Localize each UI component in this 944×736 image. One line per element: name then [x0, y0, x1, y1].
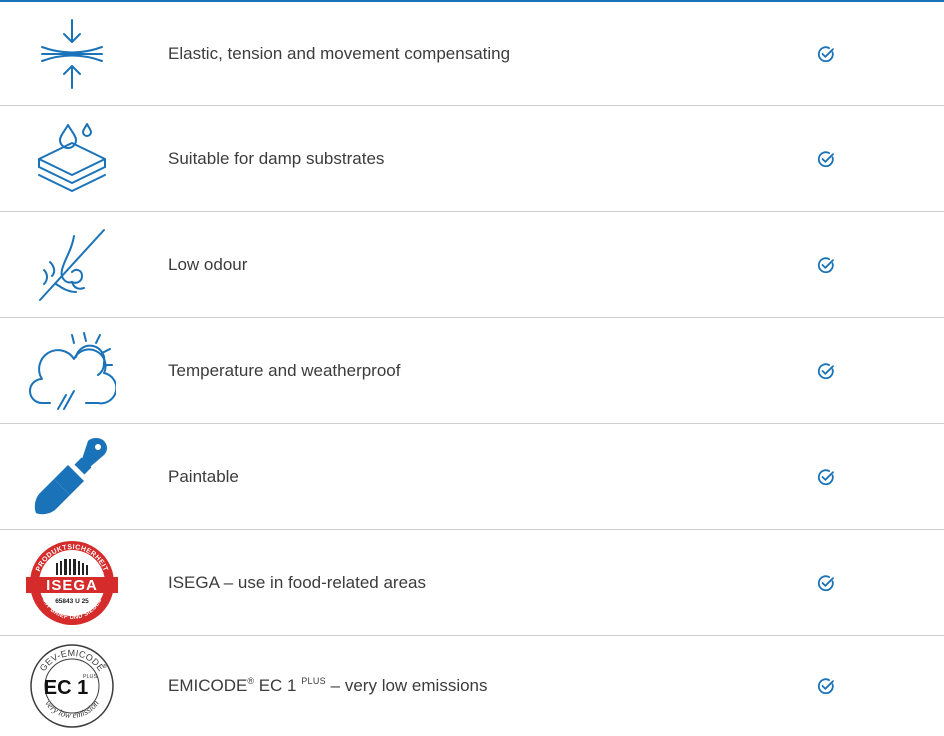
weather-cloud-sun-icon: [22, 326, 122, 416]
feature-row-isega: PRODUKTSICHERHEIT ISEGA 65843 U 25 MIT B…: [0, 530, 944, 636]
check-circle-icon: [817, 45, 834, 62]
feature-row-paintable: Paintable: [0, 424, 944, 530]
check-circle-icon: [817, 574, 834, 591]
damp-layers-icon: [22, 114, 122, 204]
feature-label: Elastic, tension and movement compensati…: [168, 43, 511, 63]
ec1-text: EC 1: [253, 676, 302, 695]
emicode-reg-mark: ®: [103, 663, 107, 670]
isega-seal-icon: PRODUKTSICHERHEIT ISEGA 65843 U 25 MIT B…: [22, 538, 122, 628]
compression-arrows-icon: [22, 9, 122, 99]
feature-label: Low odour: [168, 254, 248, 274]
emissions-text: – very low emissions: [325, 676, 488, 695]
check-circle-icon: [817, 468, 834, 485]
emicode-text: EMICODE: [168, 676, 248, 695]
feature-list: Elastic, tension and movement compensati…: [0, 2, 944, 736]
svg-text:EC 1: EC 1: [44, 677, 88, 699]
check-circle-icon: [817, 150, 834, 167]
feature-row-weather: Temperature and weatherproof: [0, 318, 944, 424]
feature-label-emicode: EMICODE® EC 1 PLUS – very low emissions: [168, 676, 488, 696]
feature-row-elastic: Elastic, tension and movement compensati…: [0, 2, 944, 106]
svg-text:PLUS: PLUS: [83, 674, 98, 680]
check-circle-icon: [817, 256, 834, 273]
registered-mark: ®: [247, 676, 254, 686]
check-circle-icon: [817, 362, 834, 379]
feature-row-odour: Low odour: [0, 212, 944, 318]
feature-row-damp: Suitable for damp substrates: [0, 106, 944, 212]
feature-label: ISEGA – use in food-related areas: [168, 572, 426, 592]
feature-label: Temperature and weatherproof: [168, 360, 401, 380]
feature-label: Suitable for damp substrates: [168, 148, 385, 168]
feature-row-emicode: GEV-EMICODE ® EC 1 PLUS very low emissio…: [0, 636, 944, 736]
plus-superscript: PLUS: [301, 676, 326, 686]
no-odour-nose-icon: [22, 220, 122, 310]
feature-label: Paintable: [168, 466, 239, 486]
check-circle-icon: [817, 678, 834, 695]
paintbrush-icon: [22, 432, 122, 522]
svg-text:ISEGA: ISEGA: [46, 577, 98, 594]
svg-text:65843 U 25: 65843 U 25: [55, 598, 89, 605]
emicode-seal-icon: GEV-EMICODE ® EC 1 PLUS very low emissio…: [22, 641, 122, 731]
